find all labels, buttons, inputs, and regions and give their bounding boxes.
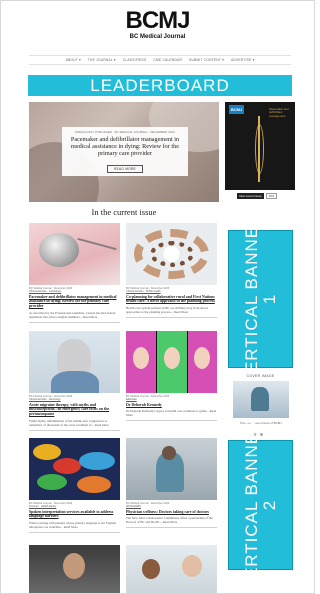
- article-thumbnail: [29, 223, 120, 285]
- article-tags[interactable]: Premise · Health Equity: [29, 505, 120, 508]
- speech-bubble: [37, 474, 67, 490]
- article-excerpt: When working with patients whose primary…: [29, 521, 117, 529]
- article-excerpt: Dr Deborah Kennedy's legacy in health ca…: [126, 409, 217, 418]
- article-title[interactable]: Co-planning for collaborative rural and …: [126, 295, 217, 304]
- divider: [126, 527, 217, 529]
- article-card[interactable]: BC Medical Journal · December 2023 WorkS…: [126, 438, 217, 529]
- article-excerpt: The New Joint Collaborative Committees o…: [126, 516, 213, 525]
- hands-inner-image: [150, 241, 194, 267]
- nav-item-submit-content[interactable]: SUBMIT CONTENT ▾: [189, 58, 224, 62]
- article-excerpt: While myths, inflammation of the middle …: [29, 418, 109, 427]
- main-nav: ABOUT ▾ THE JOURNAL ▾ CLASSIFIEDS CME CA…: [29, 55, 291, 65]
- nav-item-classifieds[interactable]: CLASSIFIEDS: [123, 58, 147, 62]
- cover-logo: BCMJ: [229, 105, 244, 114]
- caduceus-staff: [258, 116, 260, 182]
- pdf-link[interactable]: PDF: [265, 193, 278, 199]
- hero-meta: PREVIOUSLY PUBLISHED · BC MEDICAL JOURNA…: [75, 130, 175, 134]
- nav-item-journal[interactable]: THE JOURNAL ▾: [88, 58, 116, 62]
- sidebar-cover-image[interactable]: [233, 381, 289, 418]
- article-card[interactable]: BC Medical Journal · December 2023 Premi…: [29, 438, 120, 533]
- article-tags[interactable]: Clinical Articles · Neurology: [29, 398, 120, 401]
- leaderboard-ad[interactable]: LEADERBOARD: [28, 75, 292, 96]
- article-card[interactable]: BC Medical Journal · December 2023 Clini…: [29, 331, 120, 431]
- divider: [126, 420, 217, 422]
- article-card[interactable]: BC Medical Journal · December 2023 Clini…: [126, 223, 217, 318]
- article-thumbnail: [29, 438, 120, 500]
- nav-item-advertise[interactable]: ADVERTISE ▾: [231, 58, 254, 62]
- portrait-face: [164, 347, 180, 369]
- sidebar-label: COVER IMAGE: [246, 374, 275, 378]
- divider: [29, 429, 120, 431]
- article-title[interactable]: Physician wellness: Doctors taking care …: [126, 510, 217, 515]
- article-thumbnail: [126, 223, 217, 285]
- speech-bubble: [33, 444, 61, 460]
- article-thumbnail: [29, 331, 120, 393]
- portrait-face: [133, 347, 149, 369]
- logo-subtitle: BC Medical Journal: [129, 34, 186, 40]
- doctor-image: [182, 555, 202, 577]
- article-tags[interactable]: Clinical Articles · Cardiology: [29, 290, 120, 293]
- article-tags[interactable]: Editorials: [126, 398, 217, 401]
- section-heading: In the current issue: [91, 207, 157, 217]
- cover-headline: Pacemaker and defibrillator management: [269, 107, 289, 118]
- article-thumbnail: [126, 331, 217, 393]
- site-logo[interactable]: BCMJ BC Medical Journal: [1, 7, 314, 41]
- article-title[interactable]: Acute migraine therapy, with myths and m…: [29, 403, 120, 417]
- divider: [126, 317, 217, 318]
- article-excerpt: Health care system partners in BC are sh…: [126, 306, 208, 314]
- pacemaker-image: [39, 233, 79, 267]
- woman-shoulders-image: [51, 371, 99, 393]
- portrait-face: [194, 347, 210, 369]
- nav-item-about[interactable]: ABOUT ▾: [66, 58, 81, 62]
- lead-wire: [77, 237, 117, 251]
- divider: [29, 532, 120, 533]
- divider: [29, 321, 120, 323]
- article-title[interactable]: Pacemaker and defibrillator management i…: [29, 295, 120, 309]
- current-issue-cover[interactable]: BCMJ Pacemaker and defibrillator managem…: [225, 102, 295, 190]
- hero-read-more-button[interactable]: READ MORE: [106, 165, 143, 173]
- speech-bubble: [77, 476, 111, 493]
- article-thumbnail[interactable]: [29, 545, 120, 593]
- logo-wordmark: BCMJ: [125, 7, 190, 34]
- hero-feature[interactable]: PREVIOUSLY PUBLISHED · BC MEDICAL JOURNA…: [29, 102, 219, 202]
- page: BCMJ BC Medical Journal ABOUT ▾ THE JOUR…: [0, 0, 315, 594]
- hero-card: PREVIOUSLY PUBLISHED · BC MEDICAL JOURNA…: [62, 127, 188, 176]
- sidebar-figure: [251, 387, 269, 411]
- doctor-head: [162, 446, 176, 460]
- speech-bubble: [53, 458, 81, 474]
- article-title[interactable]: Spoken interpretation services available…: [29, 510, 120, 519]
- cover-links: View current issue PDF: [237, 193, 278, 199]
- article-tags[interactable]: WorkSafeBC: [126, 505, 217, 508]
- vertical-banner-1-label: VERTICAL BANNER 1: [241, 212, 279, 386]
- man-face-image: [63, 553, 85, 579]
- article-tags[interactable]: Clinical Articles · Public health: [126, 290, 217, 293]
- article-card[interactable]: BC Medical Journal · December 2023 Edito…: [126, 331, 217, 422]
- speech-bubble: [79, 452, 115, 470]
- vertical-banner-2-label: VERTICAL BANNER 2: [241, 418, 279, 592]
- article-title[interactable]: Dr Deborah Kennedy: [126, 403, 217, 408]
- article-card[interactable]: BC Medical Journal · December 2023 Clini…: [29, 223, 120, 323]
- vertical-banner-1[interactable]: VERTICAL BANNER 1: [228, 213, 293, 385]
- article-thumbnail[interactable]: [126, 545, 217, 593]
- hero-title[interactable]: Pacemaker and defibrillator management i…: [66, 136, 184, 157]
- patient-image: [142, 559, 160, 579]
- nav-item-cme-calendar[interactable]: CME CALENDAR: [153, 58, 182, 62]
- view-issue-link[interactable]: View current issue: [237, 193, 264, 199]
- article-thumbnail: [126, 438, 217, 500]
- vertical-banner-2[interactable]: VERTICAL BANNER 2: [228, 419, 293, 591]
- article-excerpt: As described by the Professional Guideli…: [29, 310, 116, 319]
